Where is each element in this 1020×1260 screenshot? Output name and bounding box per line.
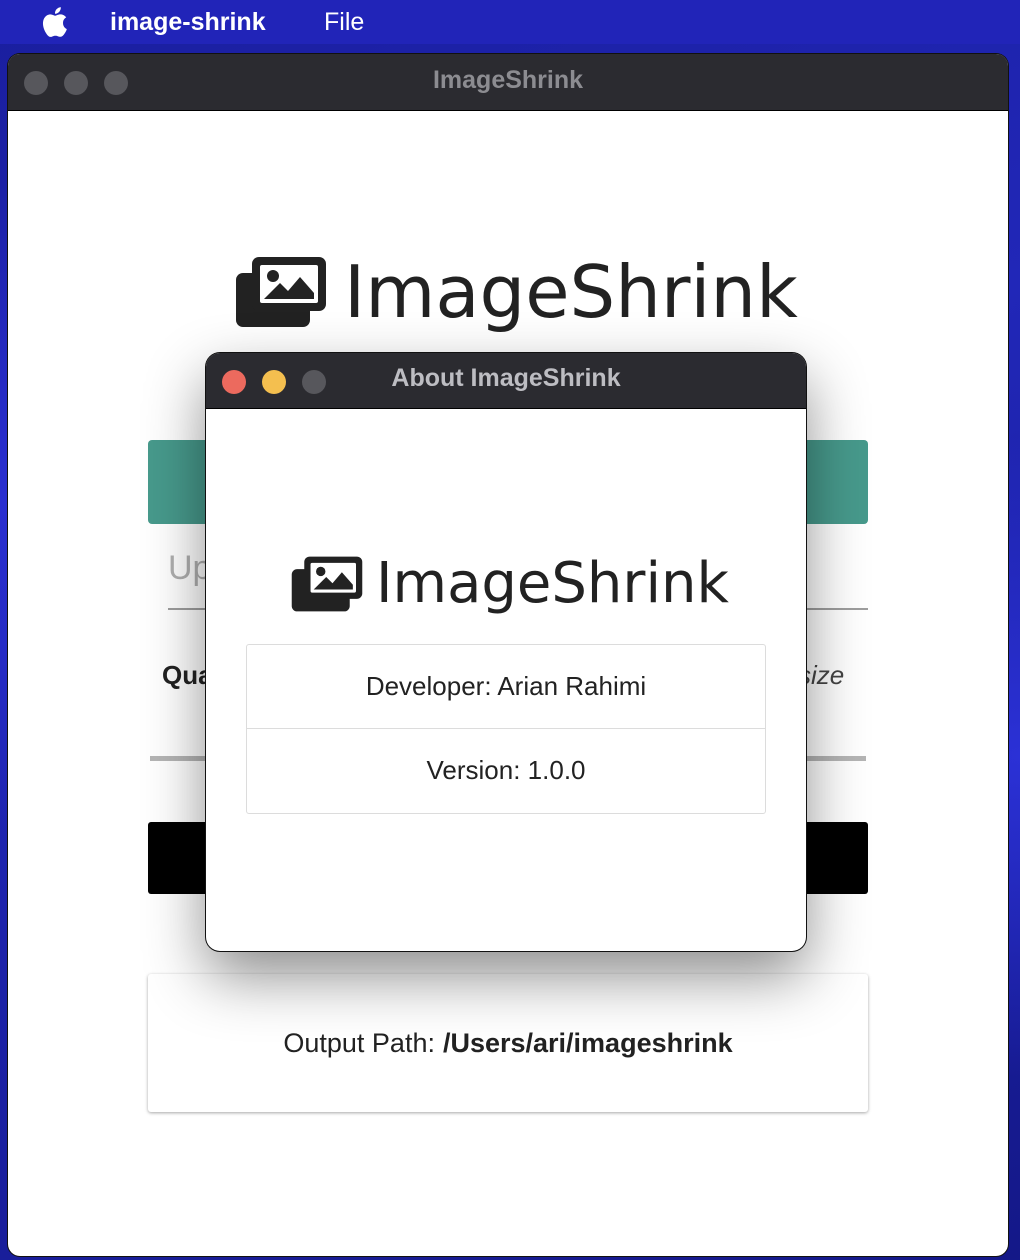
about-title: About ImageShrink bbox=[391, 364, 621, 392]
app-brand-name: ImageShrink bbox=[344, 250, 798, 334]
output-path-value[interactable]: /Users/ari/imageshrink bbox=[443, 1028, 733, 1059]
menu-file[interactable]: File bbox=[324, 8, 364, 37]
menu-bar: image-shrink File bbox=[0, 0, 1020, 44]
version-row: Version: 1.0.0 bbox=[247, 728, 765, 812]
about-brand-name: ImageShrink bbox=[376, 551, 729, 616]
about-brand: ImageShrink bbox=[290, 551, 729, 616]
app-brand: ImageShrink bbox=[234, 250, 798, 334]
main-titlebar[interactable]: ImageShrink bbox=[8, 54, 1008, 111]
images-icon bbox=[236, 257, 326, 327]
about-info-list: Developer: Arian Rahimi Version: 1.0.0 bbox=[246, 644, 766, 814]
about-titlebar[interactable]: About ImageShrink bbox=[206, 353, 806, 409]
window-title: ImageShrink bbox=[432, 66, 584, 94]
about-dialog: About ImageShrink ImageShrink Developer:… bbox=[206, 353, 806, 951]
developer-row: Developer: Arian Rahimi bbox=[365, 671, 647, 701]
images-icon bbox=[291, 556, 363, 611]
quality-label: Qua bbox=[162, 660, 213, 690]
apple-icon[interactable] bbox=[40, 6, 68, 38]
menu-app-name[interactable]: image-shrink bbox=[110, 8, 266, 37]
output-path-label: Output Path: bbox=[283, 1027, 435, 1058]
output-path-card: Output Path: /Users/ari/imageshrink bbox=[148, 974, 868, 1112]
